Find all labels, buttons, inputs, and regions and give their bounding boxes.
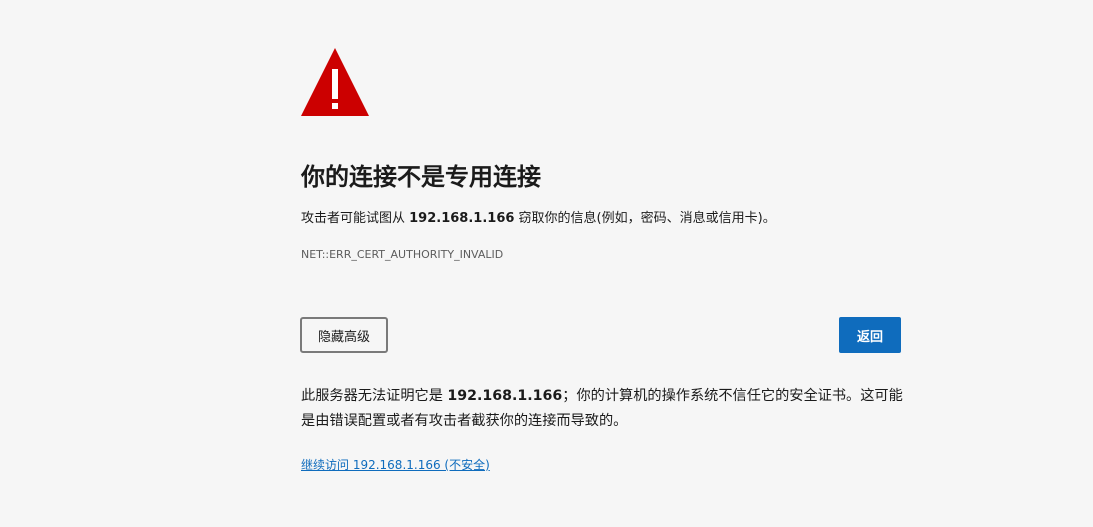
summary-suffix: 窃取你的信息(例如，密码、消息或信用卡)。 (514, 211, 776, 226)
details-prefix: 此服务器无法证明它是 (301, 388, 448, 404)
back-button[interactable]: 返回 (839, 317, 901, 353)
interstitial-page: 你的连接不是专用连接 攻击者可能试图从 192.168.1.166 窃取你的信息… (0, 0, 1093, 527)
page-title: 你的连接不是专用连接 (301, 163, 541, 191)
error-code: NET::ERR_CERT_AUTHORITY_INVALID (301, 248, 504, 261)
details-host: 192.168.1.166 (447, 388, 563, 404)
warning-triangle-icon (301, 48, 369, 116)
hide-advanced-button[interactable]: 隐藏高级 (300, 317, 388, 353)
summary-host: 192.168.1.166 (409, 211, 515, 226)
details-text: 此服务器无法证明它是 192.168.1.166；你的计算机的操作系统不信任它的… (301, 384, 906, 434)
summary-prefix: 攻击者可能试图从 (301, 211, 410, 226)
summary-text: 攻击者可能试图从 192.168.1.166 窃取你的信息(例如，密码、消息或信… (301, 209, 776, 229)
proceed-unsafe-link[interactable]: 继续访问 192.168.1.166 (不安全) (301, 456, 490, 474)
